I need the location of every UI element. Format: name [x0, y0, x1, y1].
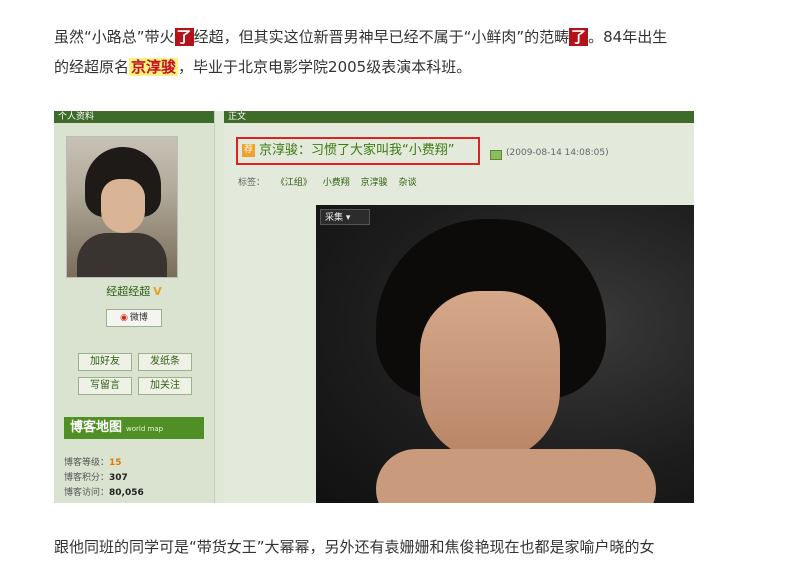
highlight-name: 京淳骏 — [129, 58, 179, 76]
stat-points-value: 307 — [109, 473, 128, 483]
profile-header: 个人资料 — [54, 111, 214, 123]
para2-text-b: ，毕业于北京电影学院2005级表演本科班。 — [178, 58, 472, 76]
tag-link[interactable]: 京淳骏 — [361, 178, 388, 188]
recommend-badge: 荐 — [242, 144, 255, 157]
tag-link[interactable]: 杂谈 — [399, 178, 417, 188]
stat-level: 博客等级：15 — [64, 455, 122, 468]
stat-visits-value: 80,056 — [109, 488, 144, 498]
weibo-button[interactable]: ◉ 微博 — [106, 309, 162, 327]
map-title: 博客地图 — [70, 420, 123, 435]
post-tags: 标签： 《江组》 小费翔 京淳骏 杂谈 — [238, 175, 425, 188]
tag-link[interactable]: 小费翔 — [323, 178, 350, 188]
stat-points-label: 博客积分： — [64, 473, 110, 483]
stat-visits: 博客访问：80,056 — [64, 485, 144, 498]
follow-button[interactable]: 加关注 — [138, 377, 192, 395]
send-note-button[interactable]: 发纸条 — [138, 353, 192, 371]
post-column: 正文 荐京淳骏：习惯了大家叫我“小费翔” (2009-08-14 14:08:0… — [224, 111, 694, 503]
map-subtitle: world map — [126, 425, 164, 433]
blog-screenshot: 个人资料 经超经超 V ◉ 微博 加好友 发纸条 写留言 加关注 博客地图 world… — [54, 111, 694, 503]
verified-v-icon: V — [153, 285, 162, 298]
highlight-le-1: 了 — [174, 28, 194, 46]
post-title[interactable]: 荐京淳骏：习惯了大家叫我“小费翔” — [236, 137, 480, 165]
stat-points: 博客积分：307 — [64, 470, 128, 483]
tags-label: 标签： — [238, 178, 266, 188]
nickname-text[interactable]: 经超经超 — [106, 285, 150, 298]
image-icon — [490, 150, 502, 160]
blog-map-banner[interactable]: 博客地图 world map — [64, 417, 204, 439]
leave-message-button[interactable]: 写留言 — [78, 377, 132, 395]
post-photo — [316, 205, 694, 503]
para1-text-a: 虽然“小路总”带火 — [54, 28, 175, 46]
post-header: 正文 — [224, 111, 694, 123]
highlight-le-2: 了 — [569, 28, 589, 46]
stat-visits-label: 博客访问： — [64, 488, 110, 498]
article-paragraph-1: 虽然“小路总”带火了经超，但其实这位新晋男神早已经不属于“小鲜肉”的范畴了。84… — [54, 22, 754, 82]
profile-column: 个人资料 经超经超 V ◉ 微博 加好友 发纸条 写留言 加关注 博客地图 world… — [54, 111, 215, 503]
para1-text-b: 经超，但其实这位新晋男神早已经不属于“小鲜肉”的范畴 — [193, 28, 570, 46]
add-friend-button[interactable]: 加好友 — [78, 353, 132, 371]
avatar — [66, 136, 178, 278]
article-paragraph-3: 跟他同班的同学可是“带货女王”大幂幂，另外还有袁姗姗和焦俊艳现在也都是家喻户晓的… — [54, 538, 655, 556]
tag-link[interactable]: 《江组》 — [276, 178, 312, 188]
post-title-text[interactable]: 京淳骏：习惯了大家叫我“小费翔” — [259, 143, 454, 158]
weibo-label: 微博 — [129, 313, 148, 323]
para1-text-c: 。84年出生 — [588, 28, 668, 46]
stat-level-label: 博客等级： — [64, 458, 110, 468]
post-time: (2009-08-14 14:08:05) — [506, 148, 609, 158]
collect-button[interactable]: 采集 ▾ — [320, 209, 370, 225]
nickname[interactable]: 经超经超 V — [54, 283, 214, 299]
para2-text-a: 的经超原名 — [54, 58, 130, 76]
weibo-icon: ◉ — [120, 313, 128, 323]
stat-level-value: 15 — [109, 458, 122, 468]
